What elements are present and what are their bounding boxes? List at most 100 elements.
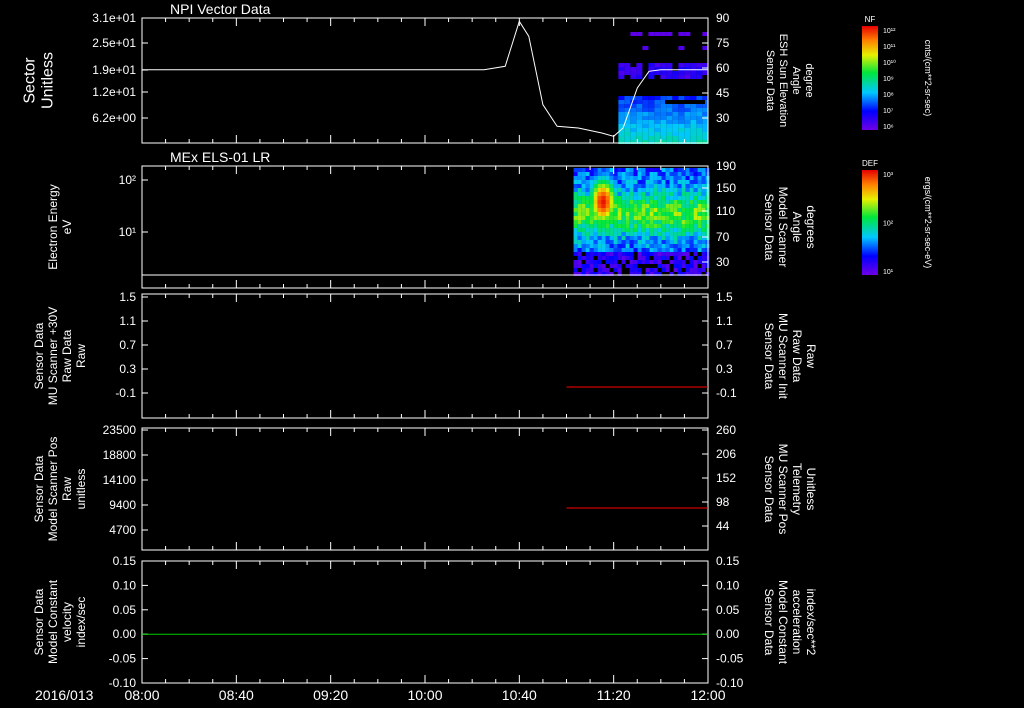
spectrogram-cell (625, 236, 630, 240)
spectrogram-cell (666, 116, 673, 120)
spectrogram-cell (597, 232, 602, 236)
spectrogram-cell (689, 244, 694, 248)
spectrogram-cell (625, 232, 630, 236)
spectrogram-cell (630, 75, 637, 79)
spectrogram-cell (690, 124, 697, 128)
spectrogram-cell (673, 196, 678, 200)
spectrogram-cell (697, 184, 702, 188)
spectrogram-cell (601, 224, 606, 228)
spectrogram-cell (693, 236, 698, 240)
spectrogram-cell (629, 228, 634, 232)
spectrogram-cell (648, 136, 655, 140)
spectrogram-cell (678, 132, 685, 136)
spectrogram-cell (660, 63, 667, 67)
spectrogram-cell (618, 116, 625, 120)
spectrogram-cell (648, 63, 655, 67)
spectrogram-cell (601, 264, 606, 268)
spectrogram-cell (581, 192, 586, 196)
spectrogram-cell (653, 252, 658, 256)
spectrogram-cell (625, 264, 630, 268)
spectrogram-cell (625, 172, 630, 176)
spectrogram-cell (677, 240, 682, 244)
spectrogram-cell (669, 212, 674, 216)
spectrogram-cell (581, 180, 586, 184)
spectrogram-cell (605, 192, 610, 196)
colorbar-tick-label: 10⁷ (883, 108, 894, 115)
spectrogram-cell (593, 220, 598, 224)
spectrogram-cell (681, 168, 686, 172)
left-axis-label-line: Raw (74, 344, 88, 368)
spectrogram-cell (597, 184, 602, 188)
spectrogram-cell (649, 192, 654, 196)
spectrogram-cell (665, 252, 670, 256)
spectrogram-cell (601, 220, 606, 224)
spectrogram-cell (654, 96, 661, 100)
spectrogram-cell (636, 104, 643, 108)
spectrogram-cell (642, 108, 649, 112)
spectrogram-cell (701, 176, 706, 180)
spectrogram-cell (637, 220, 642, 224)
spectrogram-cell (681, 204, 686, 208)
spectrogram-cell (653, 260, 658, 264)
spectrogram-cell (613, 216, 618, 220)
spectrogram-cell (609, 248, 614, 252)
spectrogram-cell (701, 220, 706, 224)
spectrogram-cell (605, 168, 610, 172)
spectrogram-cell (653, 192, 658, 196)
spectrogram-cell (637, 176, 642, 180)
spectrogram-cell (701, 228, 706, 232)
spectrogram-cell (666, 128, 673, 132)
spectrogram-cell (673, 180, 678, 184)
spectrogram-cell (621, 220, 626, 224)
colorbar-tick-label: 10² (883, 221, 894, 228)
spectrogram-cell (657, 264, 662, 268)
spectrogram-cell (649, 200, 654, 204)
panel-2: MEx ELS-01 LR 10² 10¹ 190 150 110 70 30 Electron… (46, 149, 933, 289)
spectrogram-cell (589, 228, 594, 232)
right-tick-label: 0.10 (716, 578, 740, 592)
spectrogram-cell (673, 232, 678, 236)
spectrogram-cell (661, 192, 666, 196)
spectrogram-cell (633, 244, 638, 248)
spectrogram-cell (681, 240, 686, 244)
spectrogram-cell (689, 232, 694, 236)
spectrogram-cell (653, 188, 658, 192)
spectrogram-cell (609, 256, 614, 260)
spectrogram-cell (637, 196, 642, 200)
spectrogram-cell (684, 63, 691, 67)
spectrogram-cell (577, 260, 582, 264)
spectrogram-cell (613, 180, 618, 184)
spectrogram-cell (653, 172, 658, 176)
spectrogram-cell (617, 192, 622, 196)
spectrogram-cell (678, 46, 685, 50)
spectrogram-cell (666, 75, 673, 79)
spectrogram-cell (665, 196, 670, 200)
spectrogram-cell (642, 132, 649, 136)
spectrogram-cell (661, 224, 666, 228)
spectrogram-cell (681, 264, 686, 268)
spectrogram-cell (637, 212, 642, 216)
right-axis-label-line: MU Scanner Pos (776, 444, 790, 535)
spectrogram-cell (613, 188, 618, 192)
spectrogram-cell (673, 260, 678, 264)
right-tick-label: 70 (716, 230, 730, 244)
spectrogram-cell (641, 252, 646, 256)
spectrogram-cell (645, 228, 650, 232)
spectrogram-cell (629, 176, 634, 180)
spectrogram-cell (573, 236, 578, 240)
spectrogram-cell (666, 67, 673, 71)
spectrogram-cell (645, 176, 650, 180)
left-tick-label: 3.1e+01 (92, 11, 136, 25)
spectrogram-cell (581, 200, 586, 204)
spectrogram-cell (666, 132, 673, 136)
spectrogram-cell (642, 120, 649, 124)
spectrogram-cell (648, 104, 655, 108)
spectrogram-cell (702, 46, 709, 50)
spectrogram-cell (601, 240, 606, 244)
spectrogram-cell (654, 112, 661, 116)
x-tick-label: 09:20 (313, 687, 348, 703)
spectrogram-cell (585, 236, 590, 240)
spectrogram-cell (697, 208, 702, 212)
left-axis-label-line: unitless (74, 469, 88, 510)
spectrogram-cell (660, 104, 667, 108)
